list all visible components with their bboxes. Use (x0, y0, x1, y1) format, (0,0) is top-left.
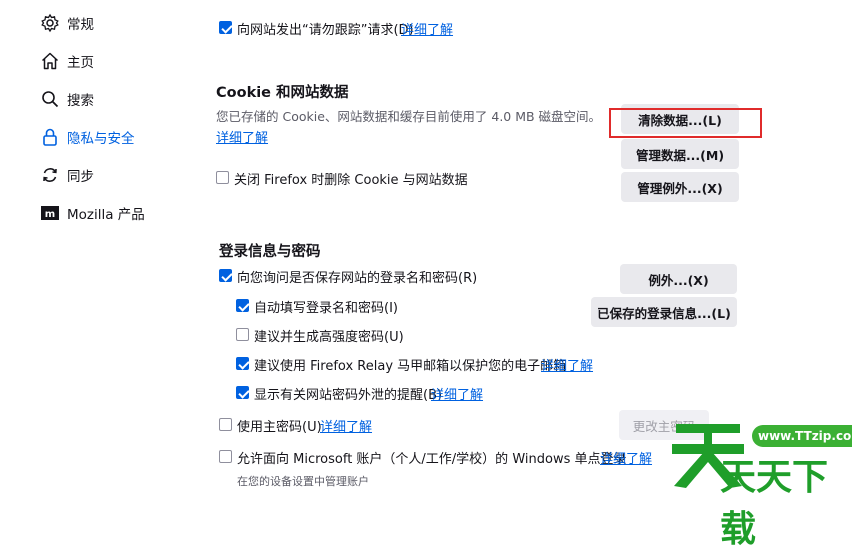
cookies-usage-description: 您已存储的 Cookie、网站数据和缓存目前使用了 4.0 MB 磁盘空间。 (216, 109, 602, 124)
watermark-url-badge: www.TTzip.com (752, 425, 852, 447)
lock-icon (40, 127, 60, 147)
delete-on-close-label: 关闭 Firefox 时删除 Cookie 与网站数据 (234, 173, 468, 188)
ask-save-label: 向您询问是否保存网站的登录名和密码(R) (237, 271, 478, 286)
autofill-label: 自动填写登录名和密码(I) (254, 301, 398, 316)
relay-learn-more-link[interactable]: 详细了解 (541, 355, 593, 374)
home-icon (40, 51, 60, 71)
sync-icon (40, 165, 60, 185)
windows-sso-checkbox[interactable] (219, 450, 232, 463)
dnt-learn-more-link[interactable]: 详细了解 (401, 19, 453, 38)
windows-sso-learn-more-link[interactable]: 详细了解 (600, 448, 652, 467)
primary-password-label: 使用主密码(U) (237, 420, 322, 435)
svg-text:m: m (45, 209, 55, 220)
primary-password-checkbox[interactable] (219, 418, 232, 431)
dnt-checkbox[interactable] (219, 21, 232, 34)
breach-alerts-learn-more-link[interactable]: 详细了解 (431, 384, 483, 403)
manage-data-button[interactable]: 管理数据...(M) (621, 139, 739, 169)
cookies-section-title: Cookie 和网站数据 (216, 85, 349, 101)
login-exceptions-button[interactable]: 例外...(X) (620, 264, 737, 294)
sidebar-item-mozilla-products[interactable]: m Mozilla 产品 (40, 200, 145, 226)
breach-alerts-checkbox[interactable] (236, 386, 249, 399)
managed-accounts-note: 在您的设备设置中管理账户 (237, 475, 369, 488)
sidebar-item-label: 隐私与安全 (67, 131, 135, 147)
autofill-checkbox[interactable] (236, 299, 249, 312)
sidebar-item-label: 同步 (67, 169, 94, 185)
search-icon (40, 89, 60, 109)
delete-on-close-checkbox[interactable] (216, 171, 229, 184)
gear-icon (40, 13, 60, 33)
windows-sso-label: 允许面向 Microsoft 账户（个人/工作/学校）的 Windows 单点登… (237, 452, 627, 467)
sidebar-item-privacy[interactable]: 隐私与安全 (40, 124, 135, 150)
sidebar: 常规 主页 搜索 隐私与安全 同步 m Mozilla 产品 (0, 0, 200, 491)
cookies-learn-more-link[interactable]: 详细了解 (216, 127, 268, 146)
breach-alerts-label: 显示有关网站密码外泄的提醒(B) (254, 388, 443, 403)
sidebar-item-label: 搜索 (67, 93, 94, 109)
sidebar-item-label: 常规 (67, 17, 94, 33)
sidebar-item-general[interactable]: 常规 (40, 10, 94, 36)
primary-password-learn-more-link[interactable]: 详细了解 (320, 416, 372, 435)
relay-checkbox[interactable] (236, 357, 249, 370)
suggest-strong-password-label: 建议并生成高强度密码(U) (254, 330, 404, 345)
sidebar-item-search[interactable]: 搜索 (40, 86, 94, 112)
watermark-brand: 天天下载 (720, 457, 829, 550)
highlight-box (609, 108, 762, 138)
logins-section-title: 登录信息与密码 (219, 244, 321, 260)
suggest-strong-password-checkbox[interactable] (236, 328, 249, 341)
sidebar-item-label: Mozilla 产品 (67, 207, 145, 223)
relay-label: 建议使用 Firefox Relay 马甲邮箱以保护您的电子邮箱 (254, 359, 567, 374)
saved-logins-button[interactable]: 已保存的登录信息...(L) (591, 297, 737, 327)
manage-exceptions-button[interactable]: 管理例外...(X) (621, 172, 739, 202)
sidebar-item-home[interactable]: 主页 (40, 48, 94, 74)
sidebar-item-label: 主页 (67, 55, 94, 71)
sidebar-item-sync[interactable]: 同步 (40, 162, 94, 188)
dnt-label: 向网站发出“请勿跟踪”请求(D) (237, 23, 414, 38)
mozilla-icon: m (40, 203, 60, 223)
ask-save-checkbox[interactable] (219, 269, 232, 282)
